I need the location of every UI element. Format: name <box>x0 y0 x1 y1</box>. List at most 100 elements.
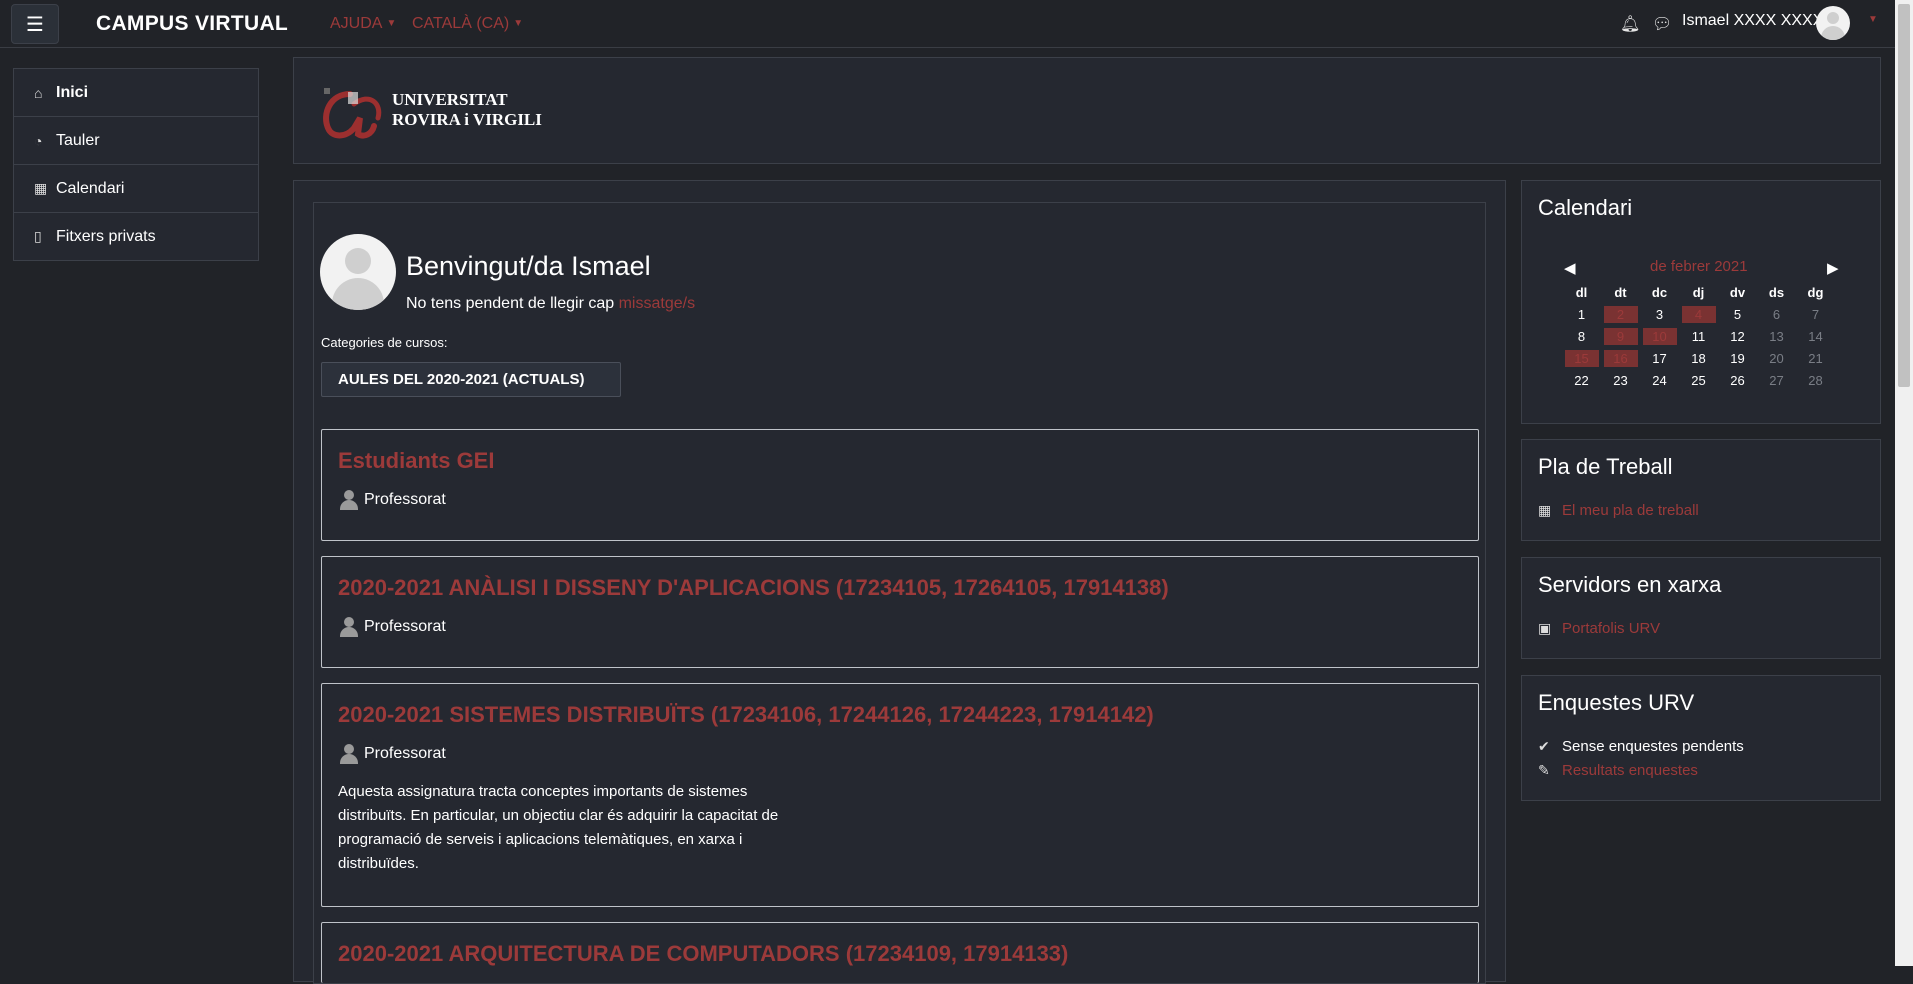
user-icon <box>338 744 360 764</box>
calendar-day[interactable]: 25 <box>1679 369 1718 391</box>
calendar-day[interactable]: 20 <box>1757 347 1796 369</box>
surveys-status: ✔ Sense enquestes pendents <box>1538 738 1744 755</box>
messages-notice: No tens pendent de llegir cap missatge/s <box>406 295 695 313</box>
calendar-day[interactable]: 11 <box>1679 325 1718 347</box>
calendar-week: 15 16 17 18 19 20 21 <box>1562 347 1835 369</box>
calendar-day[interactable]: 1 <box>1562 303 1601 325</box>
category-button[interactable]: AULES DEL 2020-2021 (ACTUALS) <box>321 362 621 397</box>
bell-icon[interactable]: 🔔︎ <box>1620 14 1640 34</box>
portfolio-link-label: Portafolis URV <box>1562 620 1661 637</box>
language-menu[interactable]: CATALÀ (CA) ▼ <box>412 15 523 33</box>
event-day-number: 4 <box>1681 305 1716 323</box>
calendar-day[interactable]: 12 <box>1718 325 1757 347</box>
nav-item-home[interactable]: ⌂ Inici <box>14 69 258 117</box>
calendar-day[interactable]: 27 <box>1757 369 1796 391</box>
calendar-day[interactable]: 14 <box>1796 325 1835 347</box>
dashboard-icon: ◔ <box>34 132 43 149</box>
site-brand[interactable]: CAMPUS VIRTUAL <box>96 12 288 36</box>
menu-toggle-button[interactable]: ☰ <box>11 4 59 44</box>
calendar-day[interactable]: 28 <box>1796 369 1835 391</box>
course-teacher: Professorat <box>338 617 446 637</box>
caret-down-icon[interactable]: ▼ <box>1868 14 1878 25</box>
calendar-day[interactable]: 22 <box>1562 369 1601 391</box>
event-day-number: 10 <box>1642 327 1677 345</box>
work-plan-title: Pla de Treball <box>1538 454 1673 479</box>
messages-link[interactable]: missatge/s <box>619 295 695 312</box>
work-plan-link[interactable]: ▦ El meu pla de treball <box>1538 502 1699 519</box>
teacher-role: Professorat <box>364 618 446 635</box>
calendar-day-event[interactable]: 10 <box>1640 325 1679 347</box>
calendar-day[interactable]: 23 <box>1601 369 1640 391</box>
calendar-icon: ▦ <box>1538 502 1552 518</box>
weekday-header: ds <box>1768 284 1785 300</box>
next-month-icon[interactable]: ▶ <box>1827 259 1839 277</box>
course-title[interactable]: 2020-2021 SISTEMES DISTRIBUÏTS (17234106… <box>338 702 1154 728</box>
event-day-number: 16 <box>1603 349 1638 367</box>
calendar-day[interactable]: 21 <box>1796 347 1835 369</box>
course-card: Estudiants GEI Professorat <box>321 429 1479 541</box>
user-avatar[interactable] <box>1816 6 1850 40</box>
course-teacher: Professorat <box>338 490 446 510</box>
calendar-day[interactable]: 5 <box>1718 303 1757 325</box>
course-title[interactable]: 2020-2021 ANÀLISI I DISSENY D'APLICACION… <box>338 575 1169 601</box>
file-icon: ▯ <box>34 228 42 244</box>
nav-item-calendar[interactable]: ▦ Calendari <box>14 165 258 213</box>
logo-line-1: UNIVERSITAT <box>392 90 508 109</box>
weekday-header: dl <box>1575 284 1588 300</box>
calendar-day[interactable]: 19 <box>1718 347 1757 369</box>
calendar-day[interactable]: 24 <box>1640 369 1679 391</box>
portfolio-link[interactable]: ▣ Portafolis URV <box>1538 620 1660 637</box>
calendar-day[interactable]: 26 <box>1718 369 1757 391</box>
surveys-status-text: Sense enquestes pendents <box>1562 738 1744 755</box>
nav-item-dashboard[interactable]: ◔ Tauler <box>14 117 258 165</box>
calendar-icon: ▦ <box>34 180 48 196</box>
calendar-day-event[interactable]: 2 <box>1601 303 1640 325</box>
course-card: 2020-2021 ANÀLISI I DISSENY D'APLICACION… <box>321 556 1479 668</box>
course-title[interactable]: Estudiants GEI <box>338 448 494 474</box>
teacher-role: Professorat <box>364 491 446 508</box>
calendar-weekdays: dl dt dc dj dv ds dg <box>1562 281 1835 303</box>
course-card: 2020-2021 SISTEMES DISTRIBUÏTS (17234106… <box>321 683 1479 907</box>
calendar-day[interactable]: 18 <box>1679 347 1718 369</box>
page-scrollbar[interactable] <box>1895 0 1913 966</box>
calendar-day[interactable]: 6 <box>1757 303 1796 325</box>
survey-results-link[interactable]: ✎ Resultats enquestes <box>1538 762 1698 779</box>
work-plan-link-label: El meu pla de treball <box>1562 502 1699 519</box>
hamburger-icon: ☰ <box>26 13 44 36</box>
nav-item-label: Fitxers privats <box>56 227 156 245</box>
calendar-title: Calendari <box>1538 195 1633 220</box>
calendar-day[interactable]: 7 <box>1796 303 1835 325</box>
user-picture[interactable] <box>320 234 396 310</box>
user-name[interactable]: Ismael XXXX XXXX <box>1682 12 1823 30</box>
caret-down-icon: ▼ <box>513 18 524 29</box>
chat-icon[interactable]: 💬︎ <box>1652 14 1672 34</box>
calendar-day-event[interactable]: 9 <box>1601 325 1640 347</box>
calendar-day-event[interactable]: 4 <box>1679 303 1718 325</box>
calendar-day-event[interactable]: 16 <box>1601 347 1640 369</box>
survey-results-label: Resultats enquestes <box>1562 762 1698 779</box>
scrollbar-thumb[interactable] <box>1898 4 1910 387</box>
course-teacher: Professorat <box>338 744 446 764</box>
event-day-number: 2 <box>1603 305 1638 323</box>
nav-item-label: Inici <box>56 83 89 101</box>
surveys-block: Enquestes URV ✔ Sense enquestes pendents… <box>1521 675 1881 801</box>
help-menu[interactable]: AJUDA ▼ <box>330 15 396 33</box>
weekday-header: dt <box>1614 284 1627 300</box>
calendar-day[interactable]: 8 <box>1562 325 1601 347</box>
calendar-day[interactable]: 17 <box>1640 347 1679 369</box>
calendar-day[interactable]: 3 <box>1640 303 1679 325</box>
side-navigation: ⌂ Inici ◔ Tauler ▦ Calendari ▯ Fitxers p… <box>13 68 259 261</box>
nav-item-private-files[interactable]: ▯ Fitxers privats <box>14 213 258 260</box>
weekday-header: dv <box>1729 284 1746 300</box>
weekday-header: dc <box>1651 284 1668 300</box>
course-title[interactable]: 2020-2021 ARQUITECTURA DE COMPUTADORS (1… <box>338 941 1068 967</box>
calendar-day-event[interactable]: 15 <box>1562 347 1601 369</box>
event-day-number: 9 <box>1603 327 1638 345</box>
calendar-day[interactable]: 13 <box>1757 325 1796 347</box>
prev-month-icon[interactable]: ◀ <box>1564 259 1576 277</box>
calendar-grid: dl dt dc dj dv ds dg 1 2 3 4 5 6 7 8 9 1… <box>1562 281 1835 391</box>
calendar-month[interactable]: de febrer 2021 <box>1650 258 1748 275</box>
calendar-week: 1 2 3 4 5 6 7 <box>1562 303 1835 325</box>
weekday-header: dg <box>1807 284 1824 300</box>
servers-title: Servidors en xarxa <box>1538 572 1722 597</box>
